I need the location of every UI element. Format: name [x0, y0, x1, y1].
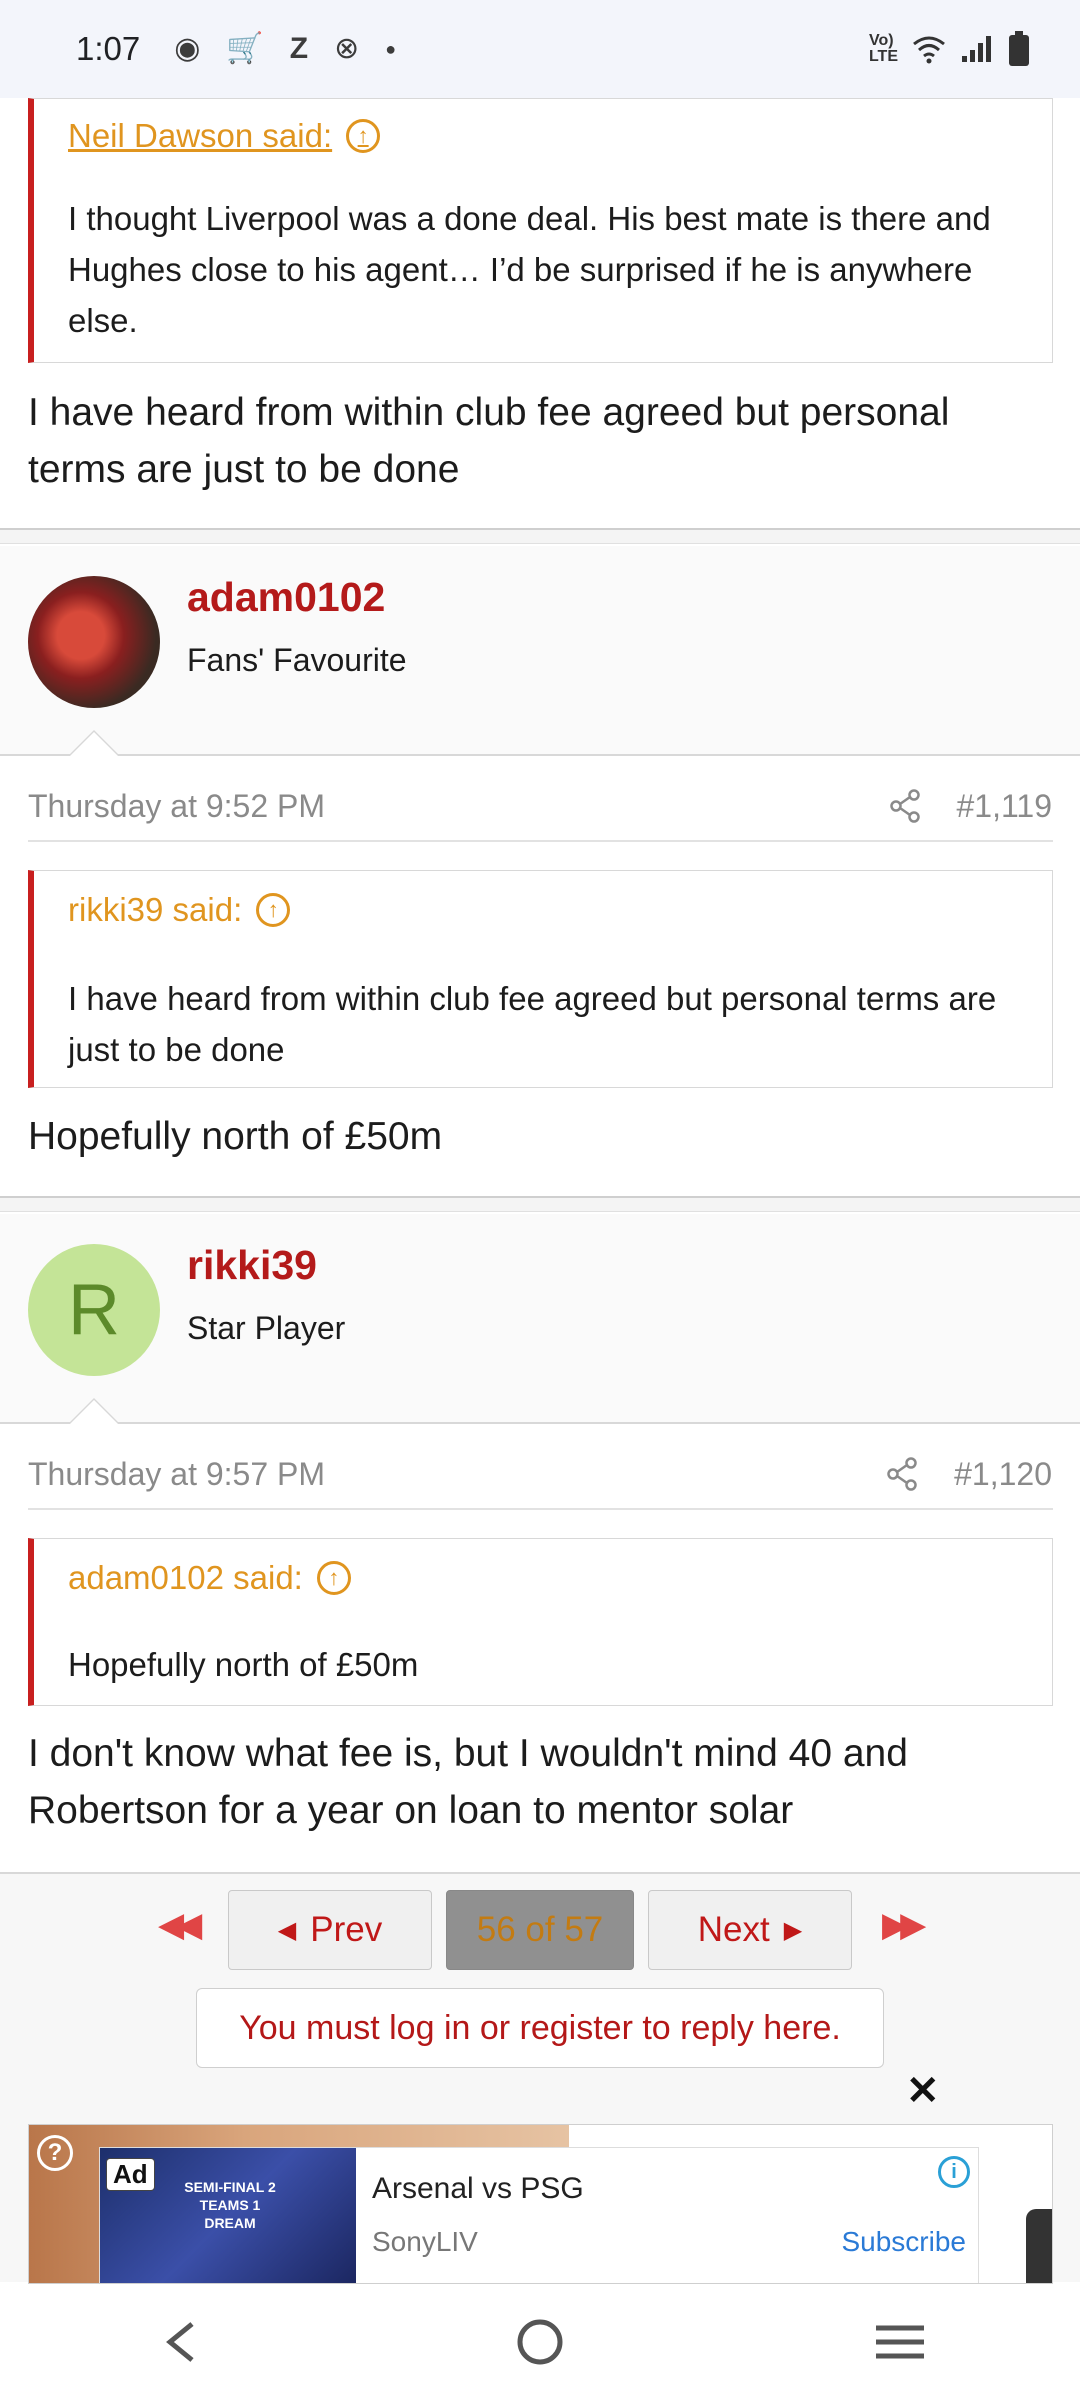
quote-author-label: Neil Dawson said: — [68, 117, 333, 154]
post-number[interactable]: #1,120 — [954, 1456, 1052, 1493]
quote-author-link[interactable]: adam0102 said: ↑ — [68, 1559, 351, 1597]
post-divider — [0, 528, 1080, 544]
user-block: adam0102 Fans' Favourite — [0, 546, 1080, 756]
arrow-up-circle-icon[interactable]: ↑ — [346, 119, 381, 153]
z-icon: Z — [289, 32, 309, 65]
back-icon[interactable] — [120, 2312, 240, 2372]
user-title: Fans' Favourite — [187, 642, 407, 678]
close-icon[interactable]: ✕ — [906, 2068, 940, 2114]
quote-text: I thought Liverpool was a done deal. His… — [68, 200, 991, 339]
login-register-button[interactable]: You must log in or register to reply her… — [196, 1988, 884, 2068]
quote-block: Neil Dawson said: ↑ I thought Liverpool … — [28, 98, 1053, 363]
arrow-up-circle-icon[interactable]: ↑ — [256, 893, 291, 927]
post-message: I have heard from within club fee agreed… — [28, 391, 950, 491]
menu-icon[interactable] — [840, 2312, 960, 2372]
app-icon: ⊗ — [334, 32, 360, 65]
pointer-decoration — [70, 732, 118, 756]
avatar[interactable] — [28, 576, 160, 708]
home-icon[interactable] — [480, 2312, 600, 2372]
first-page-icon[interactable]: ◀◀ — [158, 1905, 202, 1945]
post-date[interactable]: Thursday at 9:52 PM — [28, 788, 325, 825]
help-icon[interactable]: ? — [37, 2135, 73, 2171]
user-title: Star Player — [187, 1310, 346, 1346]
battery-icon — [1009, 31, 1029, 66]
quote-block: rikki39 said: ↑ I have heard from within… — [28, 870, 1053, 1088]
quote-text: I have heard from within club fee agreed… — [68, 980, 997, 1068]
username[interactable]: rikki39 — [187, 1242, 317, 1289]
post-date[interactable]: Thursday at 9:57 PM — [28, 1456, 325, 1493]
info-icon[interactable]: i — [938, 2156, 970, 2188]
username[interactable]: adam0102 — [187, 574, 385, 621]
post-number[interactable]: #1,119 — [957, 788, 1053, 825]
post-meta: Thursday at 9:52 PM #1,119 — [0, 766, 1080, 846]
user-block: R rikki39 Star Player — [0, 1214, 1080, 1424]
pointer-decoration — [70, 1400, 118, 1424]
wifi-icon — [913, 36, 945, 64]
post-divider — [0, 1196, 1080, 1212]
caret-left-icon: ◀ — [277, 1916, 297, 1944]
system-nav-bar — [0, 2284, 1080, 2400]
quote-author-label: rikki39 said: — [68, 891, 243, 928]
prev-label: Prev — [310, 1910, 383, 1949]
share-icon[interactable] — [886, 1457, 918, 1491]
cart-icon: 🛒 — [226, 32, 264, 65]
ad-badge: Ad — [106, 2158, 155, 2191]
avatar[interactable]: R — [28, 1244, 160, 1376]
current-page-button[interactable]: 56 of 57 — [446, 1890, 634, 1970]
ad-edge-decoration — [1026, 2209, 1052, 2283]
caret-right-icon: ▶ — [783, 1916, 803, 1944]
ad-banner[interactable]: ? SEMI-FINAL 2 TEAMS 1 DREAM Ad Arsenal … — [28, 2124, 1053, 2284]
signal-icon — [962, 36, 991, 62]
volte-icon: Vo) LTE — [868, 32, 898, 65]
post-message: Hopefully north of £50m — [28, 1115, 443, 1158]
status-bar: 1:07 ◉ 🛒 Z ⊗ ● Vo) LTE — [0, 0, 1080, 98]
subscribe-button[interactable]: Subscribe — [841, 2226, 966, 2258]
post-message: I don't know what fee is, but I wouldn't… — [28, 1732, 908, 1832]
next-label: Next — [697, 1910, 770, 1949]
meta-divider — [28, 1508, 1053, 1510]
arrow-up-circle-icon[interactable]: ↑ — [316, 1561, 351, 1595]
quote-text: Hopefully north of £50m — [68, 1646, 419, 1683]
ad-card[interactable]: SEMI-FINAL 2 TEAMS 1 DREAM Ad Arsenal vs… — [99, 2147, 979, 2283]
last-page-icon[interactable]: ▶▶ — [882, 1905, 926, 1945]
ad-thumb-text: SEMI-FINAL 2 TEAMS 1 DREAM — [184, 2179, 276, 2231]
ad-thumbnail: SEMI-FINAL 2 TEAMS 1 DREAM Ad — [100, 2148, 356, 2283]
quote-block: adam0102 said: ↑ Hopefully north of £50m — [28, 1538, 1053, 1706]
ad-advertiser: SonyLIV — [372, 2226, 478, 2257]
dot-icon: ● — [385, 39, 397, 59]
quote-author-link[interactable]: Neil Dawson said: ↑ — [68, 117, 381, 155]
notification-dot-icon: ◉ — [174, 32, 201, 65]
meta-divider — [28, 840, 1053, 842]
status-time: 1:07 — [76, 30, 141, 67]
ad-title: Arsenal vs PSG — [372, 2172, 584, 2205]
quote-author-link[interactable]: rikki39 said: ↑ — [68, 891, 291, 929]
share-icon[interactable] — [889, 789, 921, 823]
next-button[interactable]: Next ▶ — [648, 1890, 852, 1970]
prev-button[interactable]: ◀ Prev — [228, 1890, 432, 1970]
post-meta: Thursday at 9:57 PM #1,120 — [0, 1434, 1080, 1514]
quote-author-label: adam0102 said: — [68, 1559, 303, 1596]
